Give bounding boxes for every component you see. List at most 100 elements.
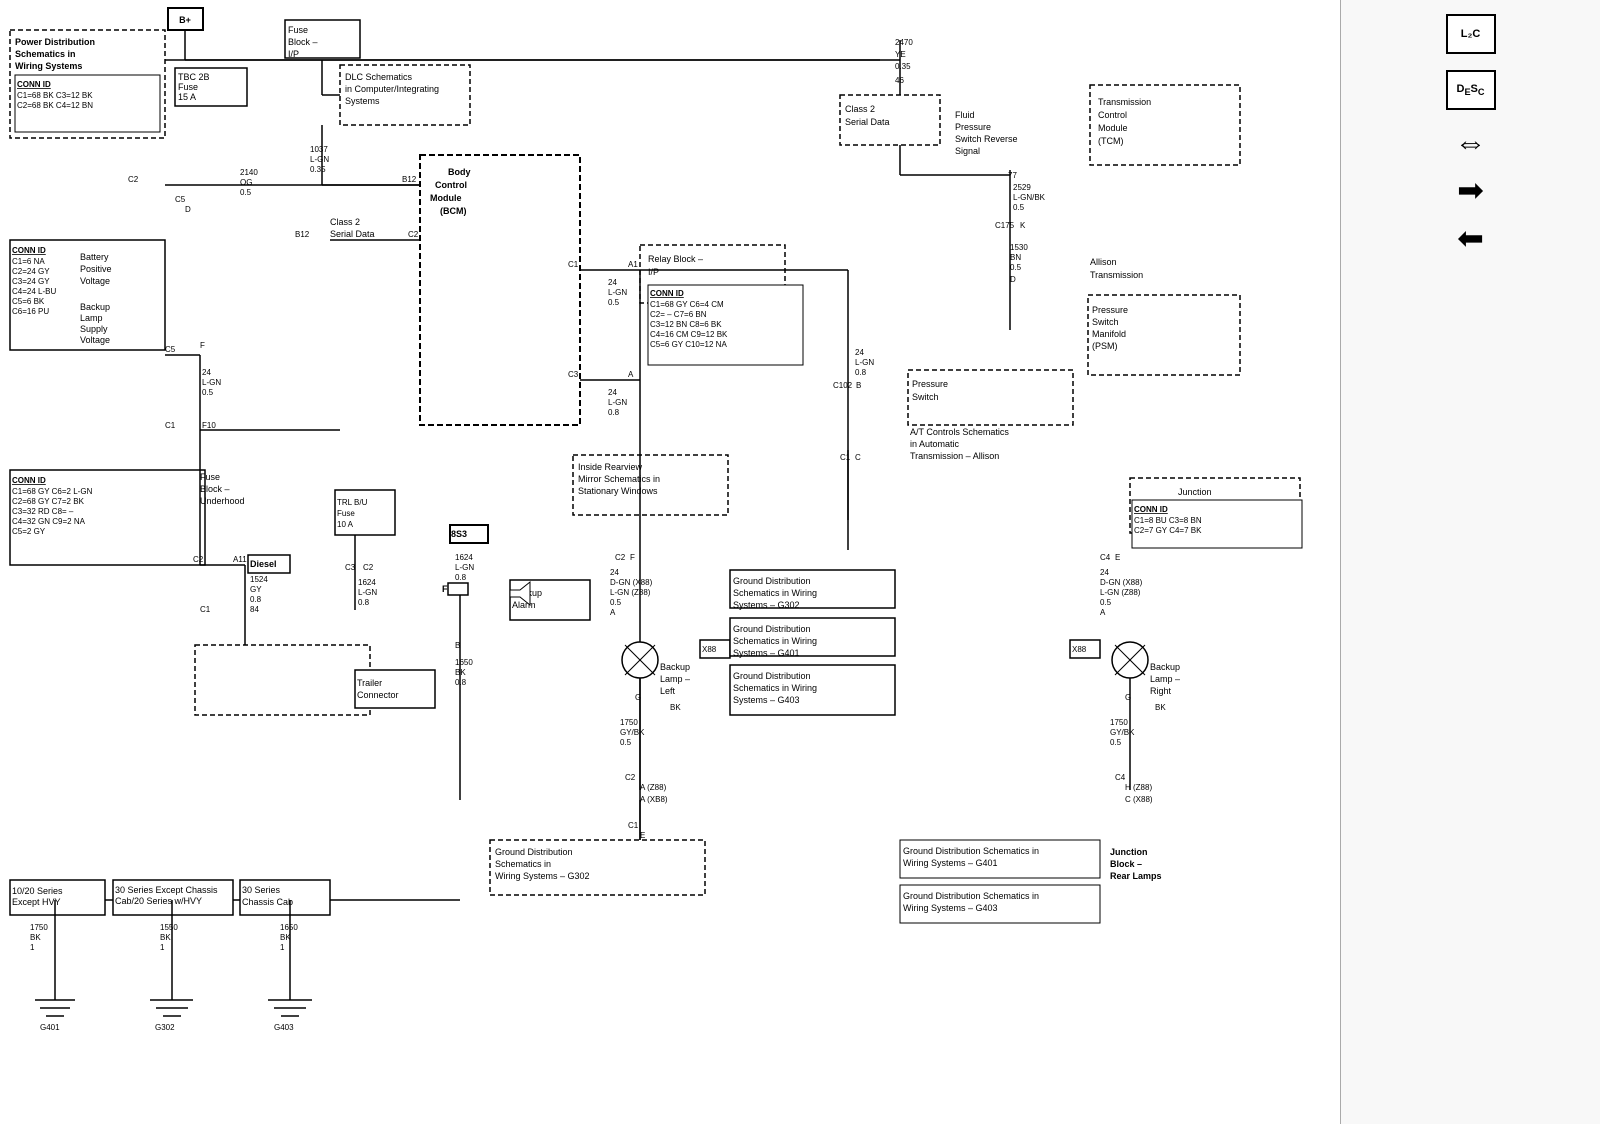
svg-text:A: A bbox=[1100, 608, 1106, 617]
loc-button[interactable]: L₂C bbox=[1446, 14, 1496, 54]
forward-button[interactable]: ➡ bbox=[1441, 170, 1501, 210]
svg-text:2470: 2470 bbox=[895, 38, 913, 47]
svg-text:C1: C1 bbox=[840, 453, 851, 462]
svg-text:F: F bbox=[630, 553, 635, 562]
svg-text:Backup: Backup bbox=[80, 302, 110, 312]
svg-text:L-GN: L-GN bbox=[202, 378, 221, 387]
svg-text:A (XB8): A (XB8) bbox=[640, 795, 668, 804]
svg-text:Module: Module bbox=[1098, 123, 1128, 133]
svg-text:A: A bbox=[610, 608, 616, 617]
svg-text:Inside Rearview: Inside Rearview bbox=[578, 462, 643, 472]
svg-text:Signal: Signal bbox=[955, 146, 980, 156]
svg-text:C1: C1 bbox=[165, 421, 176, 430]
svg-text:Positive: Positive bbox=[80, 264, 112, 274]
svg-text:Fuse: Fuse bbox=[288, 25, 308, 35]
svg-text:Chassis Cab: Chassis Cab bbox=[242, 897, 293, 907]
svg-text:Left: Left bbox=[660, 686, 676, 696]
svg-text:0.5: 0.5 bbox=[240, 188, 252, 197]
svg-text:C2: C2 bbox=[615, 553, 626, 562]
svg-text:0.8: 0.8 bbox=[250, 595, 262, 604]
svg-text:(TCM): (TCM) bbox=[1098, 136, 1124, 146]
svg-text:Ground Distribution: Ground Distribution bbox=[733, 624, 811, 634]
svg-text:BK: BK bbox=[160, 933, 171, 942]
svg-text:L-GN: L-GN bbox=[608, 398, 627, 407]
svg-text:F: F bbox=[442, 584, 448, 594]
svg-text:G403: G403 bbox=[274, 1023, 294, 1032]
svg-text:Mirror Schematics in: Mirror Schematics in bbox=[578, 474, 660, 484]
svg-text:C2=7 GY C4=7 BK: C2=7 GY C4=7 BK bbox=[1134, 526, 1202, 535]
svg-text:C4: C4 bbox=[1115, 773, 1126, 782]
svg-text:CONN ID: CONN ID bbox=[12, 246, 46, 255]
svg-text:Schematics in Wiring: Schematics in Wiring bbox=[733, 588, 817, 598]
svg-text:Schematics in Wiring: Schematics in Wiring bbox=[733, 683, 817, 693]
diagram-container: B+ Power Distribution Schematics in Wiri… bbox=[0, 0, 1340, 1124]
svg-text:C4: C4 bbox=[1100, 553, 1111, 562]
svg-text:24: 24 bbox=[608, 388, 617, 397]
svg-text:C4=16 CM C9=12 BK: C4=16 CM C9=12 BK bbox=[650, 330, 728, 339]
svg-text:1550: 1550 bbox=[160, 923, 178, 932]
svg-text:Control: Control bbox=[435, 180, 467, 190]
svg-text:0.5: 0.5 bbox=[1010, 263, 1022, 272]
svg-text:1: 1 bbox=[280, 943, 285, 952]
back-button[interactable]: ⇔ bbox=[1441, 122, 1501, 162]
svg-text:(PSM): (PSM) bbox=[1092, 341, 1118, 351]
svg-text:Systems – G401: Systems – G401 bbox=[733, 648, 800, 658]
svg-text:Switch: Switch bbox=[912, 392, 939, 402]
svg-text:L-GN: L-GN bbox=[310, 155, 329, 164]
svg-text:Class 2: Class 2 bbox=[845, 104, 875, 114]
svg-text:C4=24 L-BU: C4=24 L-BU bbox=[12, 287, 56, 296]
svg-text:Wiring Systems – G302: Wiring Systems – G302 bbox=[495, 871, 590, 881]
svg-text:C1: C1 bbox=[628, 821, 639, 830]
svg-text:1650: 1650 bbox=[280, 923, 298, 932]
backward-button[interactable]: ⬅ bbox=[1441, 218, 1501, 258]
svg-text:15 A: 15 A bbox=[178, 92, 196, 102]
svg-text:0.8: 0.8 bbox=[358, 598, 370, 607]
svg-text:C1: C1 bbox=[200, 605, 211, 614]
svg-text:0.35: 0.35 bbox=[895, 62, 911, 71]
svg-text:1650: 1650 bbox=[455, 658, 473, 667]
svg-text:Except HVY: Except HVY bbox=[12, 897, 61, 907]
svg-text:Stationary Windows: Stationary Windows bbox=[578, 486, 658, 496]
svg-text:DLC Schematics: DLC Schematics bbox=[345, 72, 413, 82]
svg-text:D: D bbox=[185, 205, 191, 214]
svg-text:C6=16 PU: C6=16 PU bbox=[12, 307, 49, 316]
svg-text:Serial Data: Serial Data bbox=[330, 229, 375, 239]
svg-text:C3=24 GY: C3=24 GY bbox=[12, 277, 50, 286]
svg-text:C: C bbox=[855, 453, 861, 462]
svg-text:24: 24 bbox=[608, 278, 617, 287]
svg-text:Schematics in Wiring: Schematics in Wiring bbox=[733, 636, 817, 646]
svg-text:B+: B+ bbox=[179, 15, 191, 25]
svg-text:C1: C1 bbox=[568, 260, 579, 269]
svg-text:C3: C3 bbox=[345, 563, 356, 572]
svg-text:Systems: Systems bbox=[345, 96, 380, 106]
svg-text:C2=24 GY: C2=24 GY bbox=[12, 267, 50, 276]
svg-text:F: F bbox=[200, 341, 205, 350]
svg-text:Block –: Block – bbox=[288, 37, 318, 47]
svg-text:Alarm: Alarm bbox=[512, 600, 536, 610]
svg-text:D-GN (X88): D-GN (X88) bbox=[1100, 578, 1143, 587]
desc-button[interactable]: DESC bbox=[1446, 70, 1496, 110]
svg-text:C5=6 BK: C5=6 BK bbox=[12, 297, 45, 306]
svg-text:Systems – G403: Systems – G403 bbox=[733, 695, 800, 705]
svg-text:Wiring Systems – G403: Wiring Systems – G403 bbox=[903, 903, 998, 913]
svg-text:C1=68 GY C6=2 L-GN: C1=68 GY C6=2 L-GN bbox=[12, 487, 93, 496]
svg-text:2140: 2140 bbox=[240, 168, 258, 177]
svg-text:Module: Module bbox=[430, 193, 462, 203]
svg-text:Manifold: Manifold bbox=[1092, 329, 1126, 339]
svg-text:84: 84 bbox=[250, 605, 259, 614]
svg-text:10 A: 10 A bbox=[337, 520, 354, 529]
svg-text:C3=32 RD C8= –: C3=32 RD C8= – bbox=[12, 507, 74, 516]
svg-text:L-GN: L-GN bbox=[358, 588, 377, 597]
svg-text:Voltage: Voltage bbox=[80, 335, 110, 345]
svg-text:30 Series Except Chassis: 30 Series Except Chassis bbox=[115, 885, 218, 895]
svg-text:D-GN (X88): D-GN (X88) bbox=[610, 578, 653, 587]
svg-text:Ground Distribution: Ground Distribution bbox=[733, 671, 811, 681]
svg-text:GY/BK: GY/BK bbox=[620, 728, 645, 737]
svg-text:A11: A11 bbox=[233, 555, 247, 564]
svg-text:CONN ID: CONN ID bbox=[12, 476, 46, 485]
svg-text:1624: 1624 bbox=[455, 553, 473, 562]
svg-text:OG: OG bbox=[240, 178, 252, 187]
svg-text:TRL B/U: TRL B/U bbox=[337, 498, 368, 507]
svg-text:BK: BK bbox=[670, 703, 681, 712]
svg-text:Transmission: Transmission bbox=[1090, 270, 1143, 280]
